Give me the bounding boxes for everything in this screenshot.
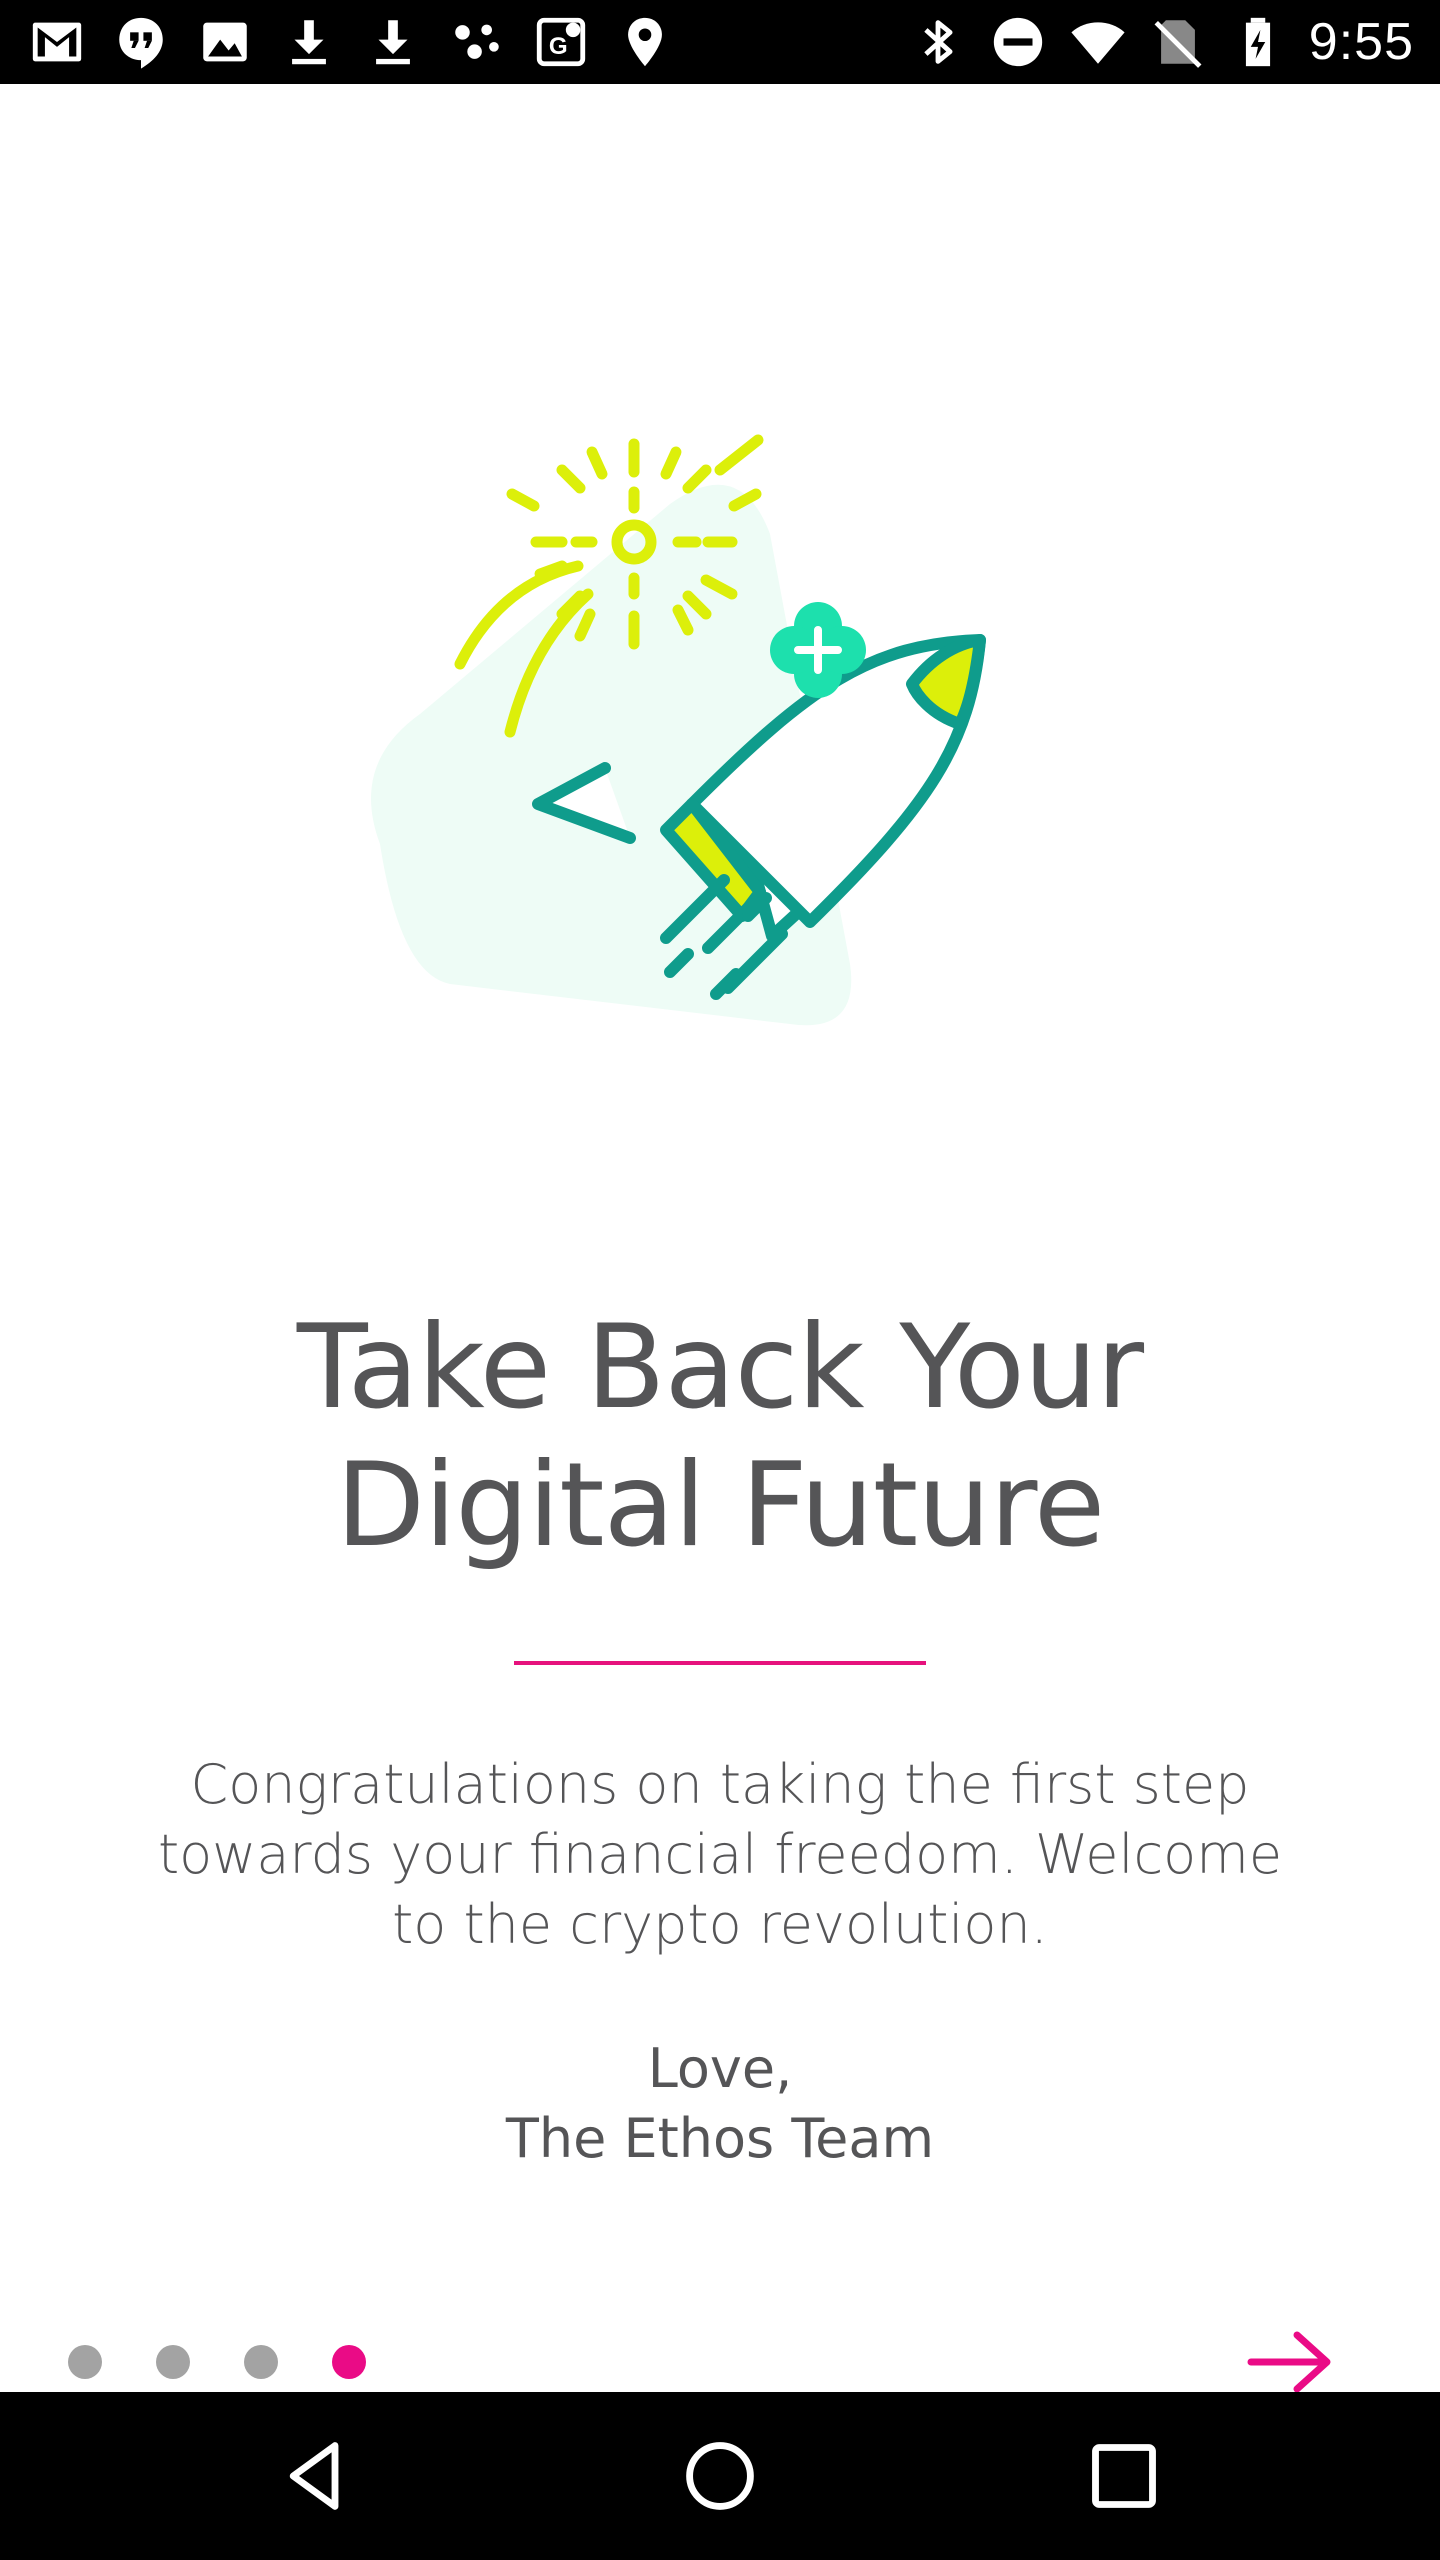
download-icon	[280, 13, 338, 71]
title-divider	[514, 1661, 926, 1665]
download-icon	[364, 13, 422, 71]
welcome-message: Congratulations on taking the first step…	[157, 1753, 1283, 1956]
home-button[interactable]	[640, 2392, 800, 2560]
signoff: Love, The Ethos Team	[320, 2034, 1120, 2174]
page-dot-active[interactable]	[332, 2345, 366, 2379]
clock: 9:55	[1308, 13, 1414, 71]
bluetooth-icon	[909, 13, 967, 71]
hangouts-icon	[112, 13, 170, 71]
status-bar: G 9:55	[0, 0, 1440, 84]
battery-charging-icon	[1229, 13, 1287, 71]
page-title: Take Back Your Digital Future	[120, 1299, 1320, 1575]
image-icon	[196, 13, 254, 71]
system-icons: 9:55	[909, 0, 1414, 84]
back-triangle-icon	[289, 2442, 339, 2510]
page-dot[interactable]	[244, 2345, 278, 2379]
do-not-disturb-icon	[989, 13, 1047, 71]
title-line: Take Back Your	[296, 1300, 1144, 1435]
home-circle-icon	[686, 2442, 754, 2510]
recents-button[interactable]	[1044, 2392, 1204, 2560]
arrow-right-icon	[1247, 2331, 1331, 2393]
no-sim-icon	[1149, 13, 1207, 71]
gmail-icon	[28, 13, 86, 71]
maps-icon: G	[532, 13, 590, 71]
back-button[interactable]	[236, 2392, 396, 2560]
page-dot[interactable]	[68, 2345, 102, 2379]
signoff-team: The Ethos Team	[505, 2107, 935, 2170]
svg-text:G: G	[549, 33, 568, 60]
notification-icons: G	[28, 0, 674, 84]
navigation-bar	[0, 2392, 1440, 2560]
dots-network-icon	[448, 13, 506, 71]
signoff-greeting: Love,	[647, 2037, 793, 2100]
page-dot[interactable]	[156, 2345, 190, 2379]
location-icon	[616, 13, 674, 71]
rocket-launch-illustration	[340, 344, 1080, 1104]
recents-square-icon	[1092, 2444, 1156, 2508]
wifi-icon	[1069, 13, 1127, 71]
title-line: Digital Future	[335, 1438, 1106, 1573]
onboarding-page: Take Back Your Digital Future Congratula…	[0, 84, 1440, 2393]
page-indicator	[68, 2344, 366, 2380]
